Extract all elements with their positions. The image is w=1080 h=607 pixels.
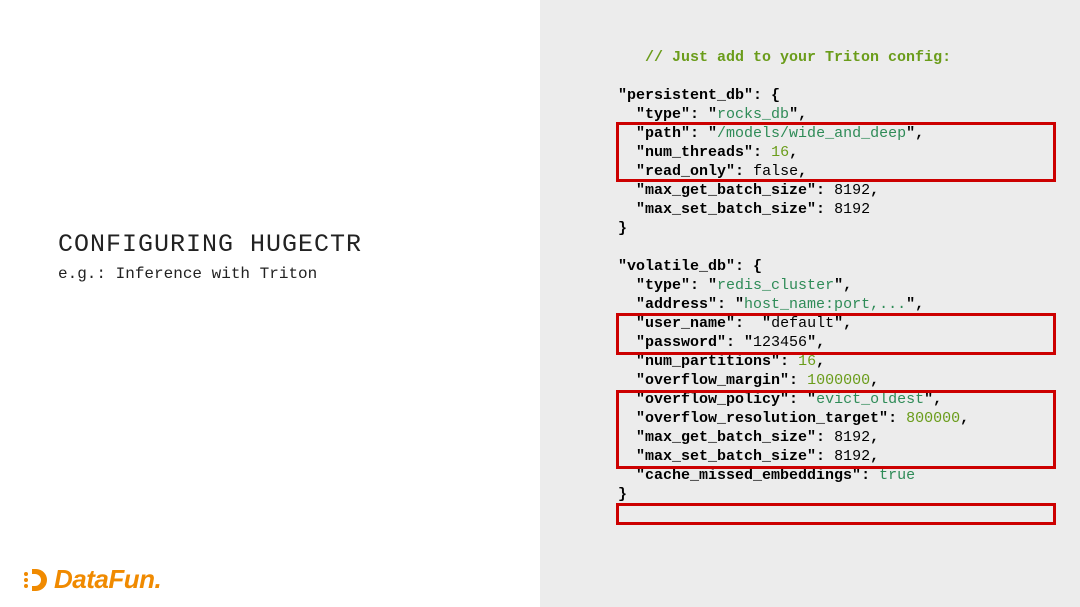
code-comment: // Just add to your Triton config: <box>618 48 1060 67</box>
persistent-open: "persistent_db": { <box>618 86 1060 105</box>
datafun-logo-icon <box>20 565 50 595</box>
volatile-cache-missed: "cache_missed_embeddings": true <box>618 466 1060 485</box>
datafun-logo-text: DataFun. <box>54 564 161 595</box>
highlight-box-4 <box>616 503 1056 525</box>
volatile-open: "volatile_db": { <box>618 257 1060 276</box>
volatile-close: } <box>618 485 1060 504</box>
left-panel: CONFIGURING HUGECTR e.g.: Inference with… <box>0 0 540 607</box>
code-panel: // Just add to your Triton config: "pers… <box>540 0 1080 607</box>
volatile-max-get: "max_get_batch_size": 8192, <box>618 428 1060 447</box>
volatile-overflow-policy: "overflow_policy": "evict_oldest", <box>618 390 1060 409</box>
volatile-max-set: "max_set_batch_size": 8192, <box>618 447 1060 466</box>
persistent-type: "type": "rocks_db", <box>618 105 1060 124</box>
volatile-num-partitions: "num_partitions": 16, <box>618 352 1060 371</box>
slide-title: CONFIGURING HUGECTR <box>58 230 540 259</box>
volatile-password: "password": "123456", <box>618 333 1060 352</box>
volatile-overflow-target: "overflow_resolution_target": 800000, <box>618 409 1060 428</box>
persistent-path: "path": "/models/wide_and_deep", <box>618 124 1060 143</box>
persistent-close: } <box>618 219 1060 238</box>
persistent-num-threads: "num_threads": 16, <box>618 143 1060 162</box>
volatile-address: "address": "host_name:port,...", <box>618 295 1060 314</box>
persistent-read-only: "read_only": false, <box>618 162 1060 181</box>
volatile-type: "type": "redis_cluster", <box>618 276 1060 295</box>
datafun-logo: DataFun. <box>20 564 161 595</box>
volatile-overflow-margin: "overflow_margin": 1000000, <box>618 371 1060 390</box>
slide: CONFIGURING HUGECTR e.g.: Inference with… <box>0 0 1080 607</box>
volatile-username: "user_name": "default", <box>618 314 1060 333</box>
slide-subtitle: e.g.: Inference with Triton <box>58 265 540 283</box>
persistent-max-set: "max_set_batch_size": 8192 <box>618 200 1060 219</box>
persistent-max-get: "max_get_batch_size": 8192, <box>618 181 1060 200</box>
